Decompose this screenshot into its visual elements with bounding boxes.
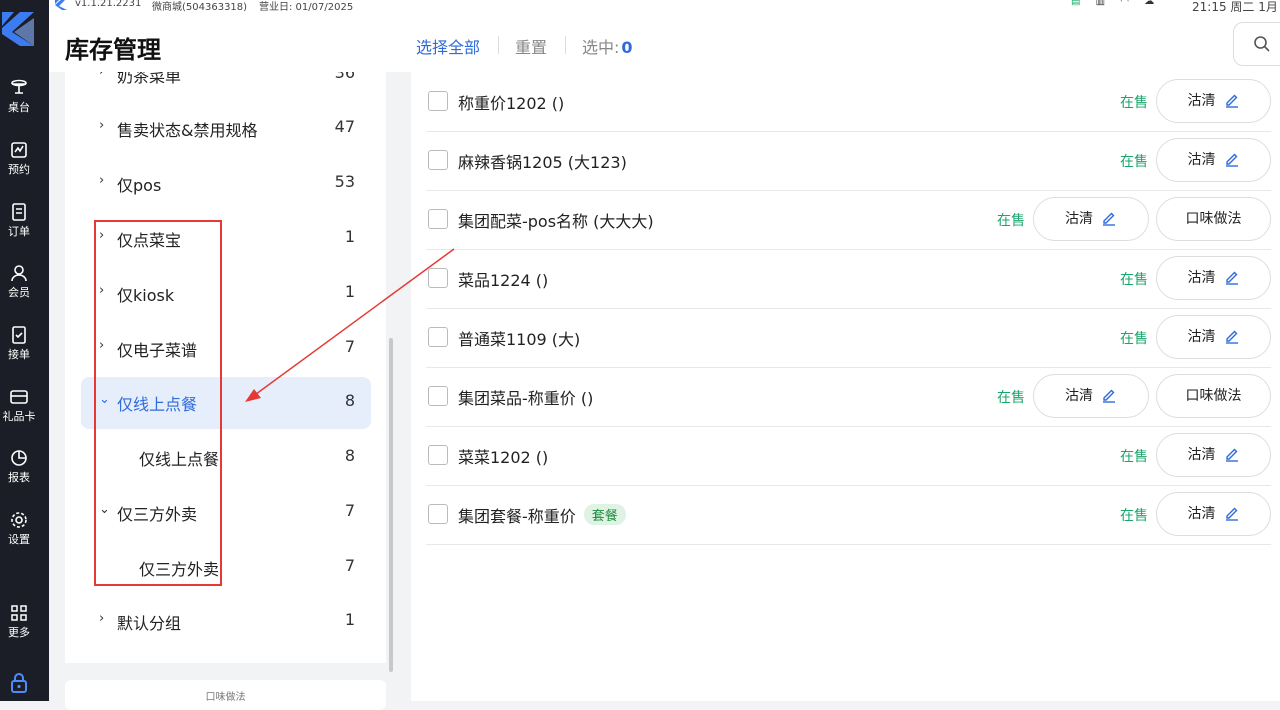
annotation-arrow <box>245 248 455 402</box>
